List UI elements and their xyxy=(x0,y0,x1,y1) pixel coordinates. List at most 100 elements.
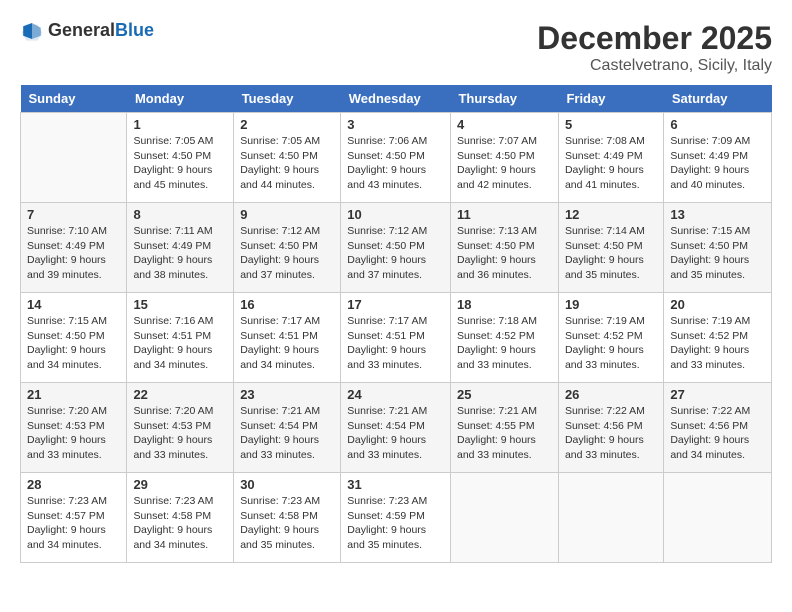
daylight-text: Daylight: 9 hours and 38 minutes. xyxy=(133,254,212,281)
calendar-cell: 5 Sunrise: 7:08 AM Sunset: 4:49 PM Dayli… xyxy=(558,113,663,203)
day-info: Sunrise: 7:14 AM Sunset: 4:50 PM Dayligh… xyxy=(565,224,657,283)
daylight-text: Daylight: 9 hours and 45 minutes. xyxy=(133,164,212,191)
day-number: 21 xyxy=(27,387,120,402)
weekday-header-wednesday: Wednesday xyxy=(341,85,451,113)
day-info: Sunrise: 7:22 AM Sunset: 4:56 PM Dayligh… xyxy=(565,404,657,463)
sunrise-text: Sunrise: 7:20 AM xyxy=(27,405,107,417)
daylight-text: Daylight: 9 hours and 40 minutes. xyxy=(670,164,749,191)
day-info: Sunrise: 7:21 AM Sunset: 4:54 PM Dayligh… xyxy=(347,404,444,463)
weekday-header-monday: Monday xyxy=(127,85,234,113)
day-info: Sunrise: 7:07 AM Sunset: 4:50 PM Dayligh… xyxy=(457,134,552,193)
sunset-text: Sunset: 4:59 PM xyxy=(347,510,425,522)
calendar-cell: 21 Sunrise: 7:20 AM Sunset: 4:53 PM Dayl… xyxy=(21,383,127,473)
daylight-text: Daylight: 9 hours and 33 minutes. xyxy=(240,434,319,461)
daylight-text: Daylight: 9 hours and 33 minutes. xyxy=(565,434,644,461)
day-number: 2 xyxy=(240,117,334,132)
sunrise-text: Sunrise: 7:23 AM xyxy=(133,495,213,507)
sunset-text: Sunset: 4:52 PM xyxy=(670,330,748,342)
calendar-cell: 14 Sunrise: 7:15 AM Sunset: 4:50 PM Dayl… xyxy=(21,293,127,383)
day-info: Sunrise: 7:19 AM Sunset: 4:52 PM Dayligh… xyxy=(670,314,765,373)
day-number: 1 xyxy=(133,117,227,132)
calendar-cell xyxy=(21,113,127,203)
sunset-text: Sunset: 4:51 PM xyxy=(240,330,318,342)
day-info: Sunrise: 7:23 AM Sunset: 4:58 PM Dayligh… xyxy=(133,494,227,553)
calendar-cell: 6 Sunrise: 7:09 AM Sunset: 4:49 PM Dayli… xyxy=(664,113,772,203)
sunset-text: Sunset: 4:50 PM xyxy=(240,240,318,252)
calendar-cell: 18 Sunrise: 7:18 AM Sunset: 4:52 PM Dayl… xyxy=(450,293,558,383)
sunset-text: Sunset: 4:53 PM xyxy=(27,420,105,432)
sunrise-text: Sunrise: 7:21 AM xyxy=(347,405,427,417)
sunset-text: Sunset: 4:50 PM xyxy=(347,150,425,162)
sunset-text: Sunset: 4:49 PM xyxy=(133,240,211,252)
calendar-cell: 26 Sunrise: 7:22 AM Sunset: 4:56 PM Dayl… xyxy=(558,383,663,473)
sunset-text: Sunset: 4:50 PM xyxy=(240,150,318,162)
day-number: 24 xyxy=(347,387,444,402)
sunrise-text: Sunrise: 7:17 AM xyxy=(240,315,320,327)
calendar-cell: 7 Sunrise: 7:10 AM Sunset: 4:49 PM Dayli… xyxy=(21,203,127,293)
day-number: 7 xyxy=(27,207,120,222)
sunrise-text: Sunrise: 7:19 AM xyxy=(670,315,750,327)
day-info: Sunrise: 7:05 AM Sunset: 4:50 PM Dayligh… xyxy=(133,134,227,193)
sunset-text: Sunset: 4:50 PM xyxy=(133,150,211,162)
calendar-cell: 29 Sunrise: 7:23 AM Sunset: 4:58 PM Dayl… xyxy=(127,473,234,563)
calendar-cell: 10 Sunrise: 7:12 AM Sunset: 4:50 PM Dayl… xyxy=(341,203,451,293)
day-info: Sunrise: 7:23 AM Sunset: 4:59 PM Dayligh… xyxy=(347,494,444,553)
daylight-text: Daylight: 9 hours and 34 minutes. xyxy=(133,344,212,371)
day-info: Sunrise: 7:06 AM Sunset: 4:50 PM Dayligh… xyxy=(347,134,444,193)
day-number: 20 xyxy=(670,297,765,312)
sunrise-text: Sunrise: 7:11 AM xyxy=(133,225,212,237)
sunrise-text: Sunrise: 7:17 AM xyxy=(347,315,427,327)
daylight-text: Daylight: 9 hours and 34 minutes. xyxy=(27,524,106,551)
calendar-cell xyxy=(450,473,558,563)
calendar-cell: 25 Sunrise: 7:21 AM Sunset: 4:55 PM Dayl… xyxy=(450,383,558,473)
daylight-text: Daylight: 9 hours and 41 minutes. xyxy=(565,164,644,191)
sunrise-text: Sunrise: 7:13 AM xyxy=(457,225,537,237)
weekday-header-friday: Friday xyxy=(558,85,663,113)
sunset-text: Sunset: 4:56 PM xyxy=(670,420,748,432)
day-info: Sunrise: 7:09 AM Sunset: 4:49 PM Dayligh… xyxy=(670,134,765,193)
page-header: GeneralBlue December 2025 Castelvetrano,… xyxy=(20,20,772,75)
day-number: 16 xyxy=(240,297,334,312)
sunrise-text: Sunrise: 7:05 AM xyxy=(133,135,213,147)
sunrise-text: Sunrise: 7:12 AM xyxy=(347,225,427,237)
month-title: December 2025 xyxy=(537,20,772,57)
calendar-header-row: SundayMondayTuesdayWednesdayThursdayFrid… xyxy=(21,85,772,113)
day-info: Sunrise: 7:23 AM Sunset: 4:57 PM Dayligh… xyxy=(27,494,120,553)
sunrise-text: Sunrise: 7:23 AM xyxy=(347,495,427,507)
daylight-text: Daylight: 9 hours and 35 minutes. xyxy=(240,524,319,551)
day-number: 18 xyxy=(457,297,552,312)
day-info: Sunrise: 7:23 AM Sunset: 4:58 PM Dayligh… xyxy=(240,494,334,553)
day-number: 9 xyxy=(240,207,334,222)
sunset-text: Sunset: 4:50 PM xyxy=(670,240,748,252)
day-number: 30 xyxy=(240,477,334,492)
day-number: 11 xyxy=(457,207,552,222)
sunset-text: Sunset: 4:52 PM xyxy=(457,330,535,342)
logo-general: General xyxy=(48,20,115,40)
day-info: Sunrise: 7:12 AM Sunset: 4:50 PM Dayligh… xyxy=(347,224,444,283)
calendar-week-row: 14 Sunrise: 7:15 AM Sunset: 4:50 PM Dayl… xyxy=(21,293,772,383)
weekday-header-tuesday: Tuesday xyxy=(234,85,341,113)
sunset-text: Sunset: 4:57 PM xyxy=(27,510,105,522)
daylight-text: Daylight: 9 hours and 34 minutes. xyxy=(240,344,319,371)
calendar-cell: 17 Sunrise: 7:17 AM Sunset: 4:51 PM Dayl… xyxy=(341,293,451,383)
day-info: Sunrise: 7:11 AM Sunset: 4:49 PM Dayligh… xyxy=(133,224,227,283)
day-info: Sunrise: 7:18 AM Sunset: 4:52 PM Dayligh… xyxy=(457,314,552,373)
sunset-text: Sunset: 4:50 PM xyxy=(457,150,535,162)
sunset-text: Sunset: 4:55 PM xyxy=(457,420,535,432)
sunrise-text: Sunrise: 7:15 AM xyxy=(27,315,107,327)
sunrise-text: Sunrise: 7:05 AM xyxy=(240,135,320,147)
sunset-text: Sunset: 4:58 PM xyxy=(133,510,211,522)
calendar-cell: 12 Sunrise: 7:14 AM Sunset: 4:50 PM Dayl… xyxy=(558,203,663,293)
daylight-text: Daylight: 9 hours and 42 minutes. xyxy=(457,164,536,191)
sunrise-text: Sunrise: 7:23 AM xyxy=(27,495,107,507)
sunset-text: Sunset: 4:51 PM xyxy=(133,330,211,342)
daylight-text: Daylight: 9 hours and 33 minutes. xyxy=(565,344,644,371)
daylight-text: Daylight: 9 hours and 43 minutes. xyxy=(347,164,426,191)
day-info: Sunrise: 7:22 AM Sunset: 4:56 PM Dayligh… xyxy=(670,404,765,463)
day-info: Sunrise: 7:21 AM Sunset: 4:54 PM Dayligh… xyxy=(240,404,334,463)
calendar-cell: 30 Sunrise: 7:23 AM Sunset: 4:58 PM Dayl… xyxy=(234,473,341,563)
day-info: Sunrise: 7:15 AM Sunset: 4:50 PM Dayligh… xyxy=(670,224,765,283)
calendar-cell: 1 Sunrise: 7:05 AM Sunset: 4:50 PM Dayli… xyxy=(127,113,234,203)
logo-blue: Blue xyxy=(115,20,154,40)
day-number: 29 xyxy=(133,477,227,492)
